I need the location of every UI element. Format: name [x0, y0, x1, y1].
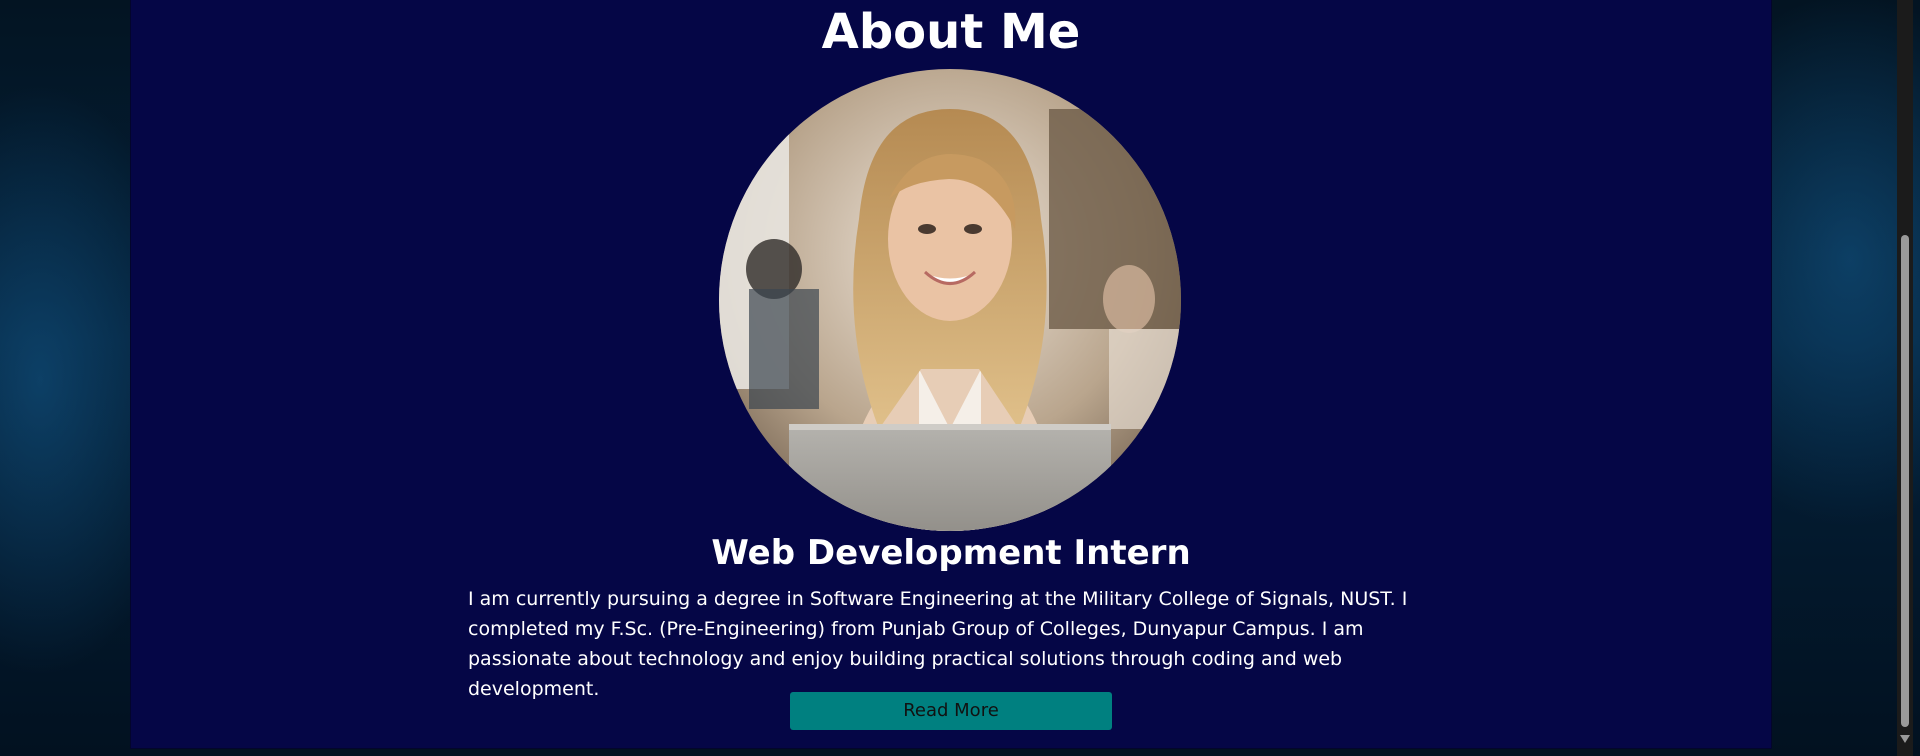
- role-heading: Web Development Intern: [711, 533, 1191, 573]
- scrollbar-thumb[interactable]: [1901, 235, 1909, 727]
- profile-photo: [719, 69, 1181, 531]
- chevron-down-icon[interactable]: [1900, 735, 1910, 743]
- page-title: About Me: [821, 4, 1081, 60]
- about-section: About Me Web Development Intern I am cur…: [131, 0, 1771, 748]
- bio-paragraph: I am currently pursuing a degree in Soft…: [468, 588, 1408, 700]
- read-more-button[interactable]: Read More: [790, 692, 1112, 730]
- vertical-scrollbar[interactable]: [1897, 0, 1913, 756]
